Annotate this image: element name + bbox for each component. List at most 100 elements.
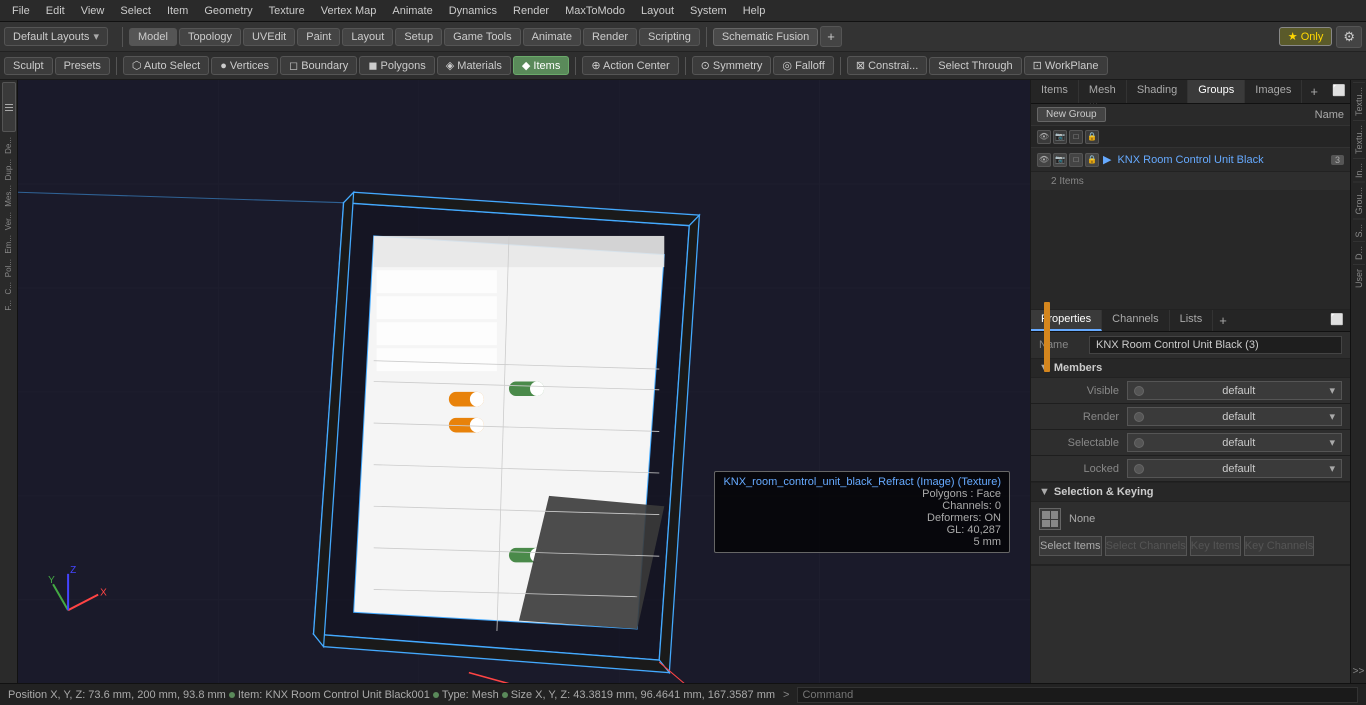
tab-animate[interactable]: Animate bbox=[523, 28, 581, 46]
tab-items[interactable]: Items bbox=[1031, 80, 1079, 103]
menu-maxtomodo[interactable]: MaxToModo bbox=[557, 3, 633, 19]
add-props-tab-btn[interactable]: + bbox=[1213, 310, 1233, 331]
menu-dynamics[interactable]: Dynamics bbox=[441, 3, 505, 19]
key-items-btn[interactable]: Key Items bbox=[1190, 536, 1241, 556]
left-tool-group1[interactable] bbox=[2, 82, 16, 132]
selectable-select[interactable]: default ▾ bbox=[1127, 433, 1342, 452]
right-panel-tabs: Items Mesh ... Shading Groups Images + ⬜ bbox=[1031, 80, 1350, 104]
tab-gametools[interactable]: Game Tools bbox=[444, 28, 521, 46]
tree-icon-cam[interactable]: 📷 bbox=[1053, 130, 1067, 144]
symmetry-btn[interactable]: ⊙ Symmetry bbox=[692, 56, 772, 75]
tree-icon-mesh[interactable]: □ bbox=[1069, 153, 1083, 167]
tab-shading[interactable]: Shading bbox=[1127, 80, 1188, 103]
menu-system[interactable]: System bbox=[682, 3, 735, 19]
workplane-btn[interactable]: ⊡ WorkPlane bbox=[1024, 56, 1108, 75]
tree-icon-lk[interactable]: 🔒 bbox=[1085, 153, 1099, 167]
menu-geometry[interactable]: Geometry bbox=[196, 3, 260, 19]
action-center-btn[interactable]: ⊕ Action Center bbox=[582, 56, 678, 75]
constrain-btn[interactable]: ⊠ Constrai... bbox=[847, 56, 927, 75]
tab-uvedit[interactable]: UVEdit bbox=[243, 28, 295, 46]
locked-select[interactable]: default ▾ bbox=[1127, 459, 1342, 478]
new-group-btn[interactable]: New Group bbox=[1037, 107, 1106, 122]
select-channels-btn[interactable]: Select Channels bbox=[1105, 536, 1187, 556]
tab-mesh[interactable]: Mesh ... bbox=[1079, 80, 1127, 103]
select-through-btn[interactable]: Select Through bbox=[929, 57, 1021, 75]
menu-view[interactable]: View bbox=[73, 3, 113, 19]
tab-images[interactable]: Images bbox=[1245, 80, 1302, 103]
command-input[interactable] bbox=[797, 687, 1358, 703]
star-only-btn[interactable]: ★ Only bbox=[1279, 27, 1333, 46]
add-tab-btn[interactable]: + bbox=[820, 26, 842, 47]
settings-btn[interactable]: ⚙ bbox=[1336, 26, 1362, 48]
boundary-btn[interactable]: ◻ Boundary bbox=[280, 56, 357, 75]
name-input[interactable] bbox=[1089, 336, 1342, 354]
edge-tab-texture1[interactable]: Textu... bbox=[1353, 82, 1365, 120]
tab-setup[interactable]: Setup bbox=[395, 28, 442, 46]
vertices-btn[interactable]: ● Vertices bbox=[211, 57, 278, 75]
add-panel-tab-btn[interactable]: + bbox=[1302, 80, 1326, 103]
props-tab-properties[interactable]: Properties bbox=[1031, 310, 1102, 331]
members-header[interactable]: ▼ Members bbox=[1031, 359, 1350, 378]
auto-select-btn[interactable]: ⬡ Auto Select bbox=[123, 56, 209, 75]
tab-scripting[interactable]: Scripting bbox=[639, 28, 700, 46]
tree-icon-box[interactable]: □ bbox=[1069, 130, 1083, 144]
sel-keying-header[interactable]: ▼ Selection & Keying bbox=[1031, 483, 1350, 502]
edge-tab-s[interactable]: S... bbox=[1353, 219, 1365, 242]
tab-paint[interactable]: Paint bbox=[297, 28, 340, 46]
tab-layout[interactable]: Layout bbox=[342, 28, 393, 46]
menu-item[interactable]: Item bbox=[159, 3, 196, 19]
select-items-btn[interactable]: Select Items bbox=[1039, 536, 1102, 556]
left-tab-ver[interactable]: Ver... bbox=[4, 212, 13, 230]
left-tab-c[interactable]: C... bbox=[4, 282, 13, 294]
viewport[interactable]: Perspective Advanced Ray GL: Off ⊞ ↺ ⊙ ⬜… bbox=[18, 80, 1030, 683]
tab-groups[interactable]: Groups bbox=[1188, 80, 1245, 103]
left-tab-mesh[interactable]: Mes... bbox=[4, 185, 13, 207]
menu-animate[interactable]: Animate bbox=[384, 3, 440, 19]
edge-tab-grou[interactable]: Grou... bbox=[1353, 182, 1365, 219]
menu-texture[interactable]: Texture bbox=[261, 3, 313, 19]
scene-tree-item[interactable]: 👁 📷 □ 🔒 ▶ KNX Room Control Unit Black 3 bbox=[1031, 148, 1350, 172]
falloff-btn[interactable]: ◎ Falloff bbox=[773, 56, 833, 75]
render-select[interactable]: default ▾ bbox=[1127, 407, 1342, 426]
left-tab-dup[interactable]: Dup... bbox=[4, 159, 13, 180]
tree-item-name[interactable]: KNX Room Control Unit Black bbox=[1117, 154, 1331, 166]
left-tab-pol[interactable]: Pol... bbox=[4, 259, 13, 277]
polygons-btn[interactable]: ◼ Polygons bbox=[359, 56, 434, 75]
visible-select[interactable]: default ▾ bbox=[1127, 381, 1342, 400]
menu-layout[interactable]: Layout bbox=[633, 3, 682, 19]
edge-expand-btn[interactable]: >> bbox=[1352, 662, 1366, 681]
layout-selector[interactable]: Default Layouts ▾ bbox=[4, 27, 108, 46]
left-tab-em[interactable]: Em... bbox=[4, 235, 13, 254]
menu-file[interactable]: File bbox=[4, 3, 38, 19]
tree-icon-lock[interactable]: 🔒 bbox=[1085, 130, 1099, 144]
menu-vertexmap[interactable]: Vertex Map bbox=[313, 3, 385, 19]
key-channels-btn[interactable]: Key Channels bbox=[1244, 536, 1315, 556]
edge-tab-texture2[interactable]: Textu... bbox=[1353, 120, 1365, 158]
tab-render[interactable]: Render bbox=[583, 28, 637, 46]
materials-btn[interactable]: ◈ Materials bbox=[437, 56, 511, 75]
expand-props-btn[interactable]: ⬜ bbox=[1324, 310, 1350, 331]
edge-tab-in[interactable]: In... bbox=[1353, 158, 1365, 182]
edge-tab-user[interactable]: User bbox=[1353, 264, 1365, 292]
props-tab-channels[interactable]: Channels bbox=[1102, 310, 1169, 331]
presets-btn[interactable]: Presets bbox=[55, 57, 110, 75]
tree-icon-eye[interactable]: 👁 bbox=[1037, 130, 1051, 144]
menu-select[interactable]: Select bbox=[112, 3, 159, 19]
tree-group-arrow[interactable]: ▶ bbox=[1103, 153, 1111, 166]
tab-topology[interactable]: Topology bbox=[179, 28, 241, 46]
tab-model[interactable]: Model bbox=[129, 28, 177, 46]
menu-edit[interactable]: Edit bbox=[38, 3, 73, 19]
sculpt-btn[interactable]: Sculpt bbox=[4, 57, 53, 75]
items-btn[interactable]: ◆ Items bbox=[513, 56, 569, 75]
menu-help[interactable]: Help bbox=[735, 3, 774, 19]
tree-icon-render[interactable]: 📷 bbox=[1053, 153, 1067, 167]
expand-panel-btn[interactable]: ⬜ bbox=[1326, 80, 1352, 103]
tree-icon-vis[interactable]: 👁 bbox=[1037, 153, 1051, 167]
statusbar: Position X, Y, Z: 73.6 mm, 200 mm, 93.8 … bbox=[0, 683, 1366, 705]
edge-tab-d[interactable]: D... bbox=[1353, 241, 1365, 264]
menu-render[interactable]: Render bbox=[505, 3, 557, 19]
left-tab-f[interactable]: F... bbox=[4, 300, 13, 311]
left-tab-de[interactable]: De... bbox=[4, 137, 13, 154]
schematic-fusion-btn[interactable]: Schematic Fusion bbox=[713, 28, 818, 46]
props-tab-lists[interactable]: Lists bbox=[1170, 310, 1214, 331]
